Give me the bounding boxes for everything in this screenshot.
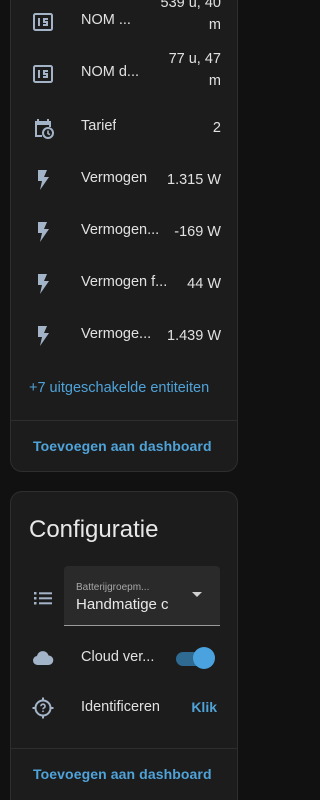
divider bbox=[11, 748, 237, 749]
card-title: Configuratie bbox=[29, 516, 159, 543]
flash-icon bbox=[31, 272, 55, 296]
entity-row[interactable]: Vermogen 1.315 W bbox=[11, 158, 239, 202]
entity-value: 44 W bbox=[187, 276, 221, 292]
entity-name: Identificeren bbox=[81, 699, 160, 715]
entity-value: 1.315 W bbox=[167, 172, 221, 188]
entity-value: -169 W bbox=[174, 224, 221, 240]
calendar-clock-icon bbox=[31, 116, 55, 140]
meter-icon bbox=[31, 62, 55, 86]
entity-value: 1.439 W bbox=[167, 328, 221, 344]
identify-button[interactable]: Klik bbox=[191, 699, 217, 715]
cloud-row: Cloud ver... bbox=[11, 642, 239, 674]
entity-name: NOM ... bbox=[81, 12, 131, 28]
entity-value: 539 u, 40 m bbox=[160, 0, 221, 33]
entity-row[interactable]: Tarief 2 bbox=[11, 106, 239, 150]
entity-row[interactable]: Vermogen... -169 W bbox=[11, 210, 239, 254]
entities-card: NOM ... 539 u, 40 m NOM d... 77 u, 47 m Ta… bbox=[10, 0, 238, 472]
add-to-dashboard-button[interactable]: Toevoegen aan dashboard bbox=[33, 438, 212, 454]
entity-name: Vermogen... bbox=[81, 222, 160, 238]
entity-name: Vermogen bbox=[81, 170, 148, 186]
list-icon bbox=[31, 586, 55, 610]
identify-row: Identificeren Klik bbox=[11, 692, 239, 724]
flash-icon bbox=[31, 220, 55, 244]
flash-icon bbox=[31, 168, 55, 192]
disabled-entities-link[interactable]: +7 uitgeschakelde entiteiten bbox=[29, 380, 209, 396]
cloud-toggle[interactable] bbox=[176, 647, 215, 669]
select-label: Batterijgroepm... bbox=[76, 582, 150, 593]
entity-row[interactable]: Vermogen f... 44 W bbox=[11, 262, 239, 306]
add-to-dashboard-button[interactable]: Toevoegen aan dashboard bbox=[33, 766, 212, 782]
meter-icon bbox=[31, 10, 55, 34]
entity-name: Tarief bbox=[81, 118, 117, 134]
configuration-card: Configuratie Batterijgroepm... Handmatig… bbox=[10, 491, 238, 800]
entity-row[interactable]: Vermoge... 1.439 W bbox=[11, 314, 239, 358]
entity-value: 77 u, 47 m bbox=[168, 51, 221, 89]
entity-name: Vermogen f... bbox=[81, 274, 168, 290]
entity-name: NOM d... bbox=[81, 64, 140, 80]
cloud-icon bbox=[31, 646, 55, 670]
entity-name: Cloud ver... bbox=[81, 649, 155, 665]
toggle-knob bbox=[193, 647, 215, 669]
crosshairs-question-icon bbox=[31, 696, 55, 720]
select-value: Handmatige c bbox=[76, 596, 169, 613]
divider bbox=[11, 420, 237, 421]
flash-icon bbox=[31, 324, 55, 348]
chevron-down-icon bbox=[192, 592, 202, 597]
entity-value: 2 bbox=[212, 120, 221, 136]
entity-row[interactable]: NOM d... 77 u, 47 m bbox=[11, 51, 239, 96]
entity-name: Vermoge... bbox=[81, 326, 152, 342]
entity-row[interactable]: NOM ... 539 u, 40 m bbox=[11, 0, 239, 44]
battery-group-select[interactable]: Batterijgroepm... Handmatige c bbox=[64, 566, 220, 626]
